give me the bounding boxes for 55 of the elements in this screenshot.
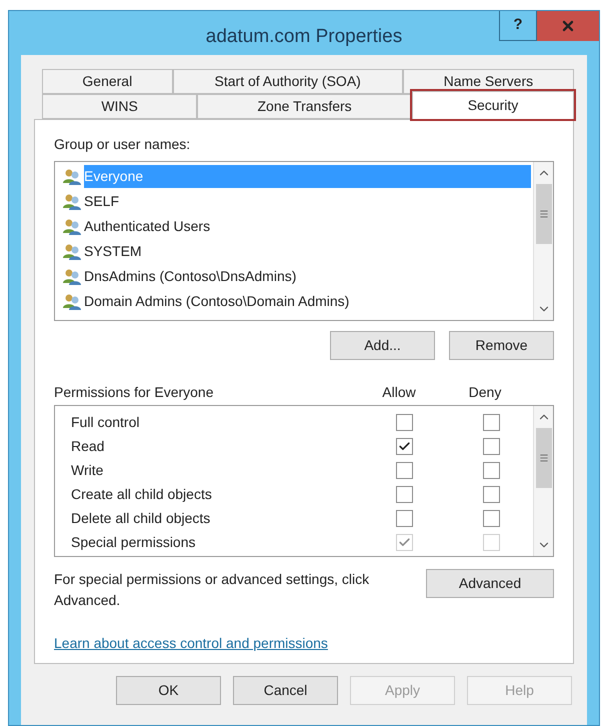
check-icon bbox=[398, 536, 410, 548]
permission-name: Read bbox=[71, 436, 106, 456]
checkbox[interactable] bbox=[482, 438, 500, 454]
user-group-icon bbox=[62, 192, 82, 210]
dialog-button[interactable]: Cancel bbox=[233, 676, 338, 705]
check-icon bbox=[398, 440, 410, 452]
allow-header: Allow bbox=[381, 383, 417, 402]
group-list-item[interactable]: SELF bbox=[84, 190, 531, 213]
permissions-label: Permissions for Everyone bbox=[54, 383, 215, 402]
checkbox[interactable] bbox=[482, 486, 500, 502]
help-button[interactable]: ? bbox=[499, 11, 537, 41]
checkbox[interactable] bbox=[396, 486, 412, 502]
advanced-button[interactable]: Advanced bbox=[426, 569, 554, 598]
checkbox[interactable] bbox=[482, 414, 500, 430]
permission-name: Special permissions bbox=[71, 532, 196, 552]
group-list-item[interactable]: Domain Admins (Contoso\Domain Admins) bbox=[84, 290, 531, 313]
user-group-icon bbox=[62, 292, 82, 310]
user-group-icon bbox=[62, 218, 82, 236]
checkbox[interactable] bbox=[396, 414, 412, 430]
tab[interactable]: General bbox=[42, 69, 173, 94]
permission-name: Full control bbox=[71, 412, 140, 432]
tab[interactable]: WINS bbox=[42, 94, 198, 119]
close-icon bbox=[560, 18, 576, 34]
user-group-icon bbox=[62, 268, 82, 286]
permissions-scrollbar[interactable] bbox=[533, 406, 553, 556]
permission-name: Delete all child objects bbox=[71, 508, 212, 528]
group-list-label: Group or user names: bbox=[54, 135, 192, 154]
group-list-item[interactable]: Authenticated Users bbox=[84, 215, 531, 238]
tab[interactable]: Zone Transfers bbox=[197, 94, 412, 119]
scroll-thumb[interactable] bbox=[536, 184, 552, 244]
permission-name: Create all child objects bbox=[71, 484, 213, 504]
group-action-button[interactable]: Remove bbox=[449, 331, 554, 360]
scroll-thumb[interactable] bbox=[536, 428, 552, 488]
grip-icon bbox=[538, 209, 548, 219]
grip-icon bbox=[538, 453, 548, 463]
tab[interactable]: Security bbox=[412, 91, 574, 119]
group-list-item[interactable]: DnsAdmins (Contoso\DnsAdmins) bbox=[84, 265, 531, 288]
tab[interactable]: Start of Authority (SOA) bbox=[172, 69, 403, 94]
checkbox[interactable] bbox=[396, 462, 412, 478]
user-group-icon bbox=[62, 168, 82, 186]
list-scrollbar[interactable] bbox=[533, 162, 553, 320]
group-action-button[interactable]: Add... bbox=[330, 331, 435, 360]
permission-name: Write bbox=[71, 460, 104, 480]
checkbox[interactable] bbox=[396, 438, 412, 454]
user-group-icon bbox=[62, 242, 82, 260]
checkbox[interactable] bbox=[482, 462, 500, 478]
deny-header: Deny bbox=[468, 383, 502, 402]
learn-link[interactable]: Learn about access control and permissions bbox=[54, 633, 328, 654]
window-title: adatum.com Properties bbox=[206, 25, 402, 49]
dialog-button[interactable]: OK bbox=[116, 676, 221, 705]
checkbox[interactable] bbox=[396, 510, 412, 526]
group-list-item[interactable]: SYSTEM bbox=[84, 240, 531, 263]
checkbox[interactable] bbox=[482, 510, 500, 526]
advanced-note: For special permissions or advanced settings, click Advanced. bbox=[54, 570, 370, 610]
close-button[interactable] bbox=[537, 11, 599, 41]
